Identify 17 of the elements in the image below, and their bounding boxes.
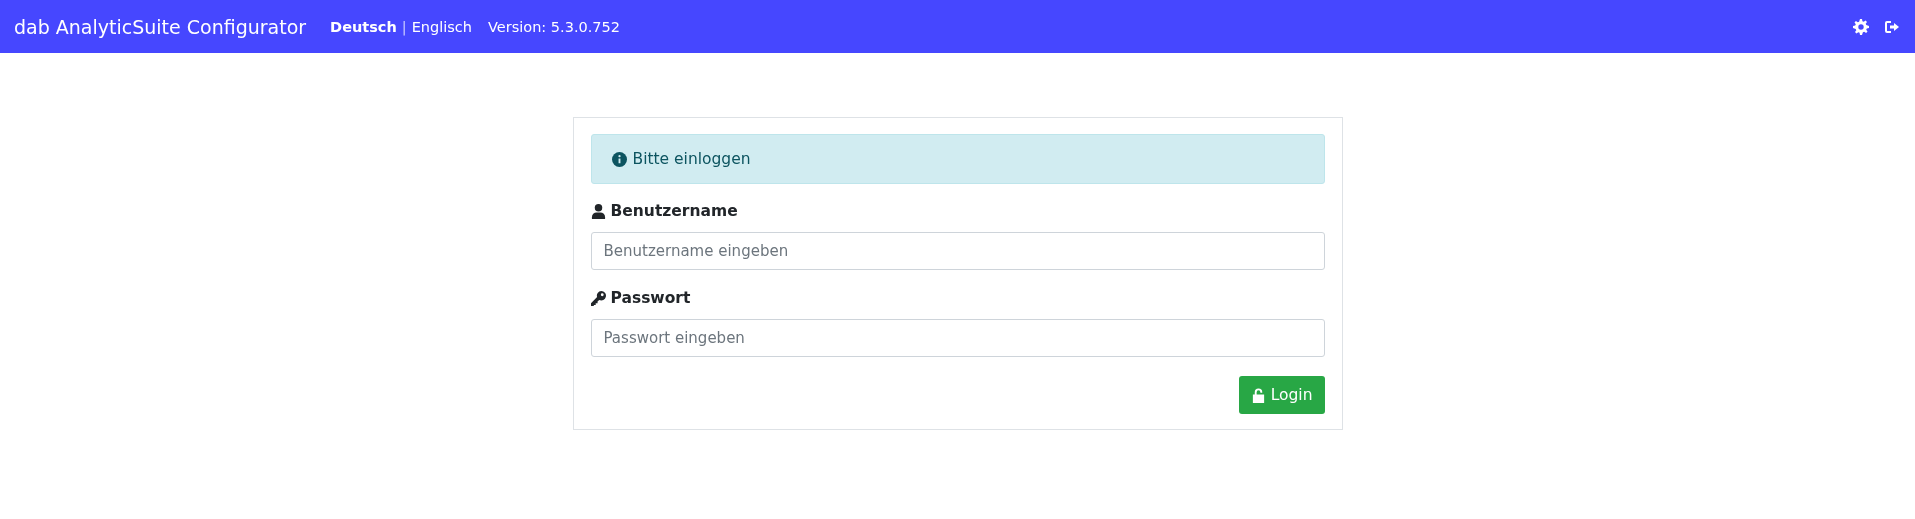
user-icon bbox=[590, 203, 606, 219]
username-field[interactable]: Benutzername eingeben bbox=[590, 232, 1325, 270]
language-link[interactable]: Deutsch bbox=[330, 18, 397, 35]
separator: | bbox=[401, 18, 407, 35]
login-button[interactable]: Login bbox=[1238, 376, 1325, 414]
info-icon bbox=[611, 151, 627, 167]
field-label: Passwort bbox=[610, 289, 691, 307]
password-field[interactable]: Passwort eingeben bbox=[590, 319, 1325, 357]
version-text: Version: 5.3.0.752 bbox=[488, 18, 620, 35]
unlock-icon bbox=[1250, 387, 1266, 403]
language-link[interactable]: Englisch bbox=[411, 18, 472, 35]
alert-text: Bitte einloggen bbox=[632, 150, 751, 168]
logout-icon[interactable] bbox=[1885, 18, 1901, 35]
key-icon bbox=[590, 290, 606, 306]
app-title[interactable]: dab AnalyticSuite Configurator bbox=[14, 15, 307, 38]
field-label: Benutzername bbox=[610, 202, 738, 220]
settings-icon[interactable] bbox=[1853, 18, 1869, 35]
